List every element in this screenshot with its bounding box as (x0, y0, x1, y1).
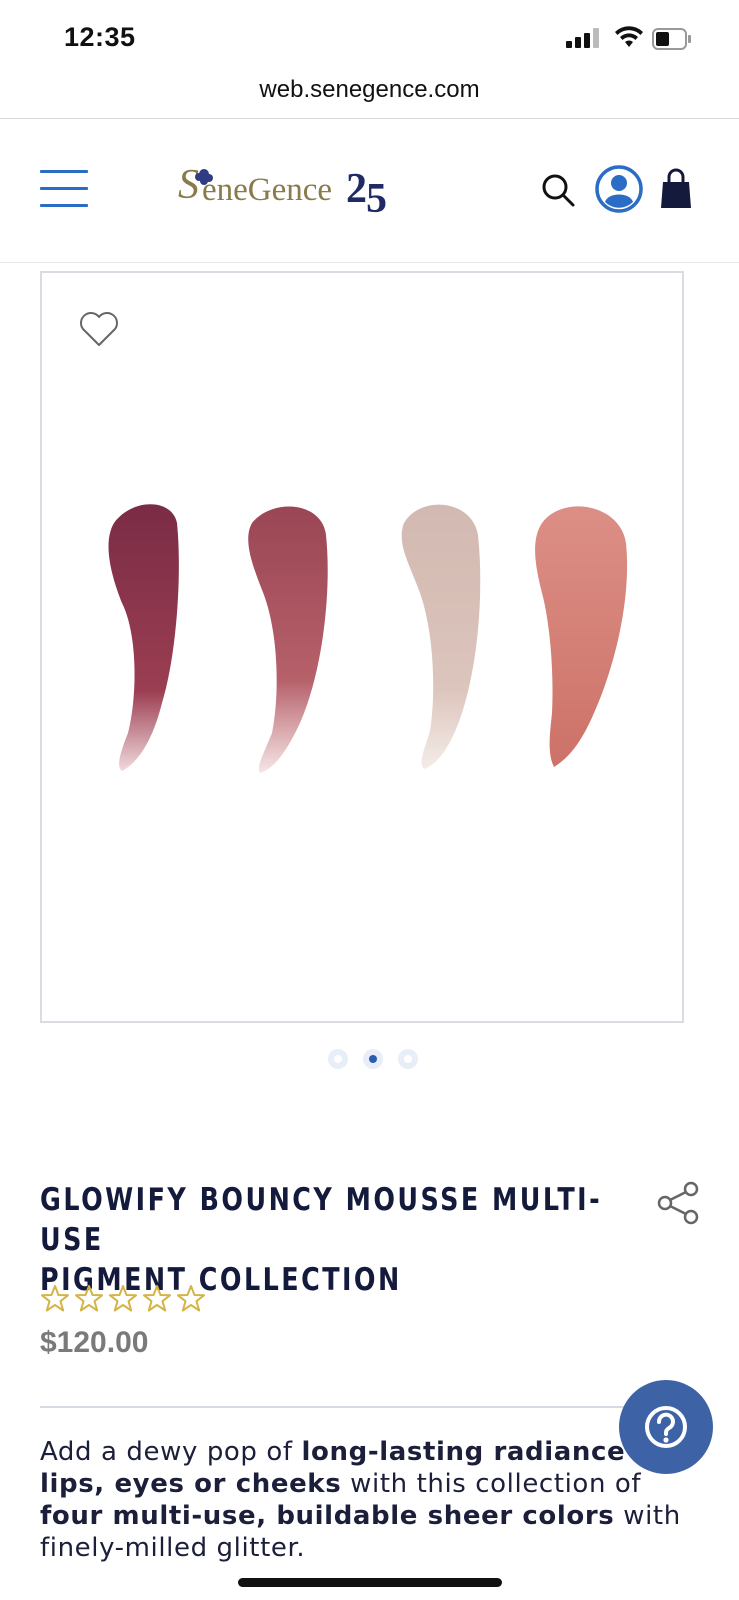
senegence-logo[interactable]: S eneGence 2 5 (178, 160, 398, 226)
question-mark-icon (645, 1406, 687, 1448)
description-highlight: long-lasting radiance (301, 1437, 626, 1467)
swatch-1 (108, 504, 179, 771)
wifi-icon (615, 26, 643, 47)
star-icon (41, 1285, 69, 1312)
carousel-dot-2[interactable] (363, 1049, 383, 1069)
logo-mark: S eneGence 2 5 (178, 162, 387, 222)
search-icon[interactable] (540, 172, 576, 208)
description-highlight: lips, eyes or cheeks (40, 1469, 342, 1499)
status-time: 12:35 (64, 22, 136, 52)
divider (0, 262, 739, 263)
swatch-4 (535, 506, 628, 767)
cellular-signal-icon (566, 28, 599, 48)
product-title: GLOWIFY BOUNCY MOUSSE MULTI-USE PIGMENT … (40, 1180, 630, 1300)
description-text: with this collection of (341, 1469, 642, 1499)
share-icon[interactable] (656, 1180, 702, 1226)
address-bar[interactable]: web.senegence.com (0, 76, 739, 104)
svg-text:5: 5 (366, 176, 387, 222)
menu-button[interactable] (40, 170, 88, 208)
swatch-3 (401, 504, 481, 769)
description-highlight: four multi-use, buildable sheer colors (40, 1501, 615, 1531)
swatch-2 (248, 506, 328, 773)
product-price: $120.00 (40, 1326, 149, 1359)
divider (0, 118, 739, 119)
star-icon (109, 1285, 137, 1312)
rating-stars[interactable] (40, 1284, 212, 1314)
svg-text:eneGence: eneGence (202, 172, 332, 208)
svg-text:S: S (178, 162, 199, 208)
star-icon (143, 1285, 171, 1312)
divider (40, 1406, 700, 1408)
star-icon (75, 1285, 103, 1312)
carousel-dot-1[interactable] (328, 1049, 348, 1069)
description-text: Add a dewy pop of (40, 1437, 302, 1467)
product-title-line-1: GLOWIFY BOUNCY MOUSSE MULTI-USE (40, 1182, 603, 1258)
product-description: Add a dewy pop of long-lasting radiance … (40, 1436, 690, 1564)
carousel-dot-3[interactable] (398, 1049, 418, 1069)
account-icon[interactable] (594, 164, 644, 214)
svg-text:2: 2 (346, 166, 367, 212)
help-button[interactable] (619, 1380, 713, 1474)
lip-swatches-image (108, 504, 628, 773)
product-image[interactable] (40, 271, 684, 1023)
home-indicator[interactable] (238, 1578, 502, 1587)
favorite-heart-icon[interactable] (78, 310, 120, 348)
battery-icon (652, 28, 691, 50)
shopping-bag-icon[interactable] (660, 168, 692, 210)
star-icon (177, 1285, 205, 1312)
